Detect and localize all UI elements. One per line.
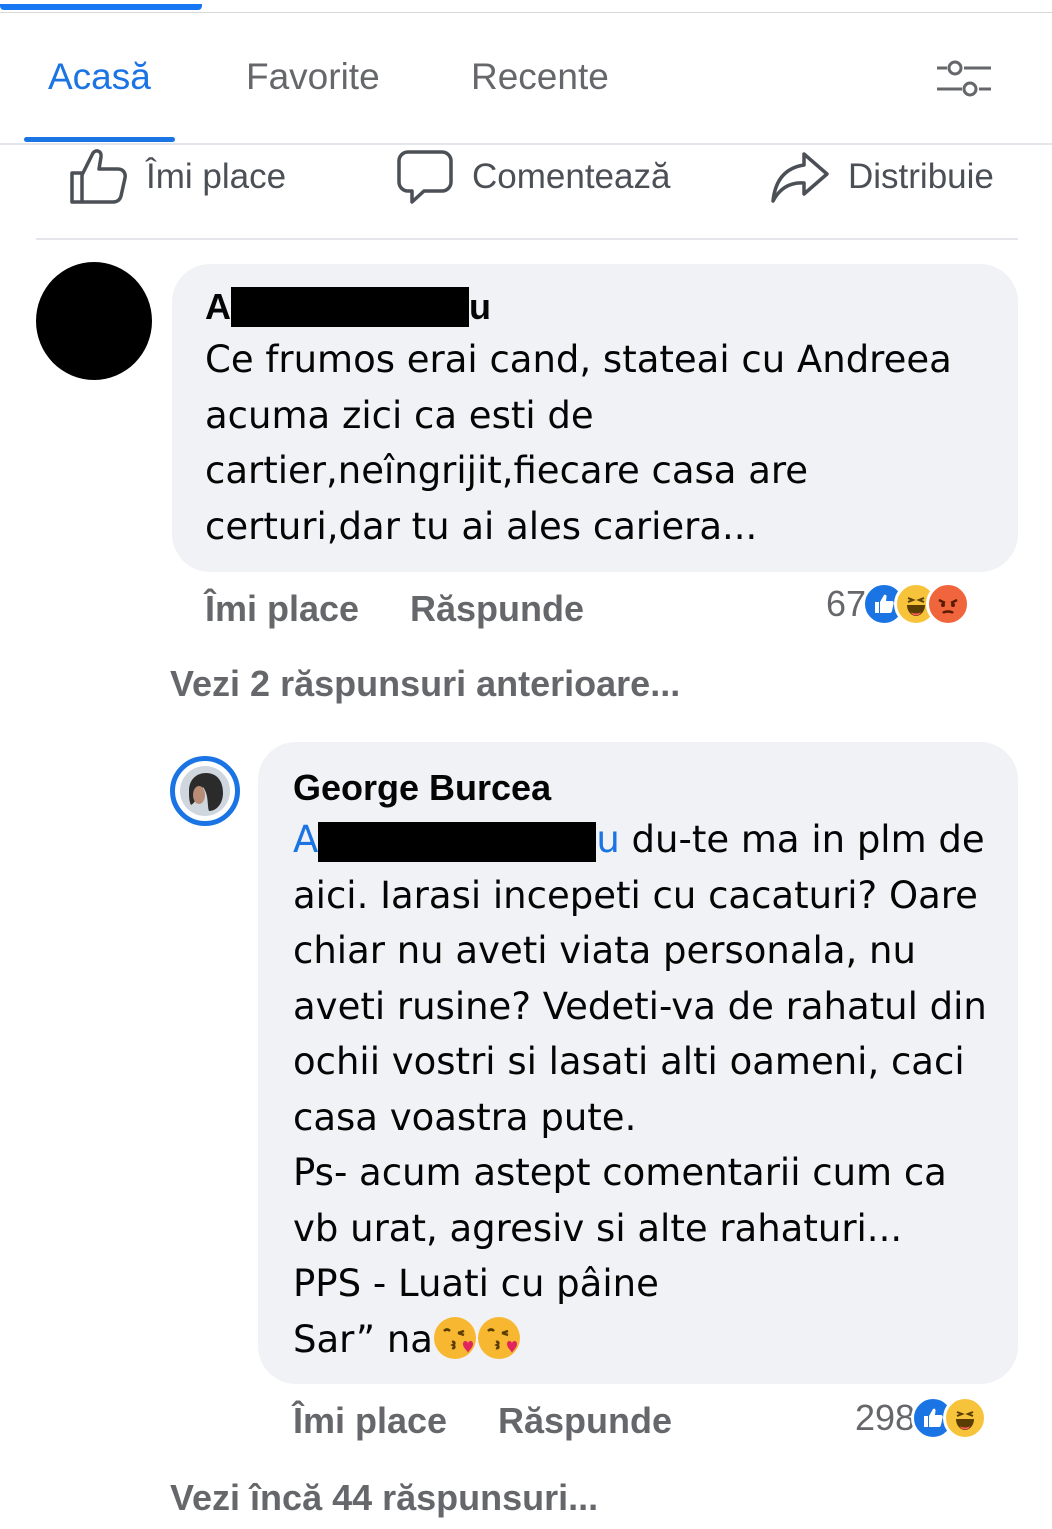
comment-line: certuri,dar tu ai ales cariera... — [205, 504, 758, 548]
comment-text: Ce frumos erai cand, stateai cu Andreea … — [205, 332, 952, 554]
reaction-count: 298 — [855, 1397, 916, 1438]
reply-line: chiar nu aveti viata personala, nu — [293, 929, 916, 972]
avatar[interactable] — [170, 756, 240, 826]
comment-author[interactable]: A u — [205, 286, 491, 328]
comment-line: Ce frumos erai cand, stateai cu Andreea — [205, 338, 952, 381]
avatar[interactable] — [36, 262, 152, 380]
active-tab-underline — [24, 137, 175, 142]
top-scroll-indicator — [0, 4, 202, 10]
mention-start[interactable]: A — [293, 818, 318, 861]
tab-recent[interactable]: Recente — [471, 56, 609, 98]
reply-reply-button[interactable]: Răspunde — [498, 1400, 672, 1442]
comment-bubble-icon — [397, 150, 453, 204]
top-divider — [0, 12, 1052, 13]
reaction-summary[interactable]: 298 — [855, 1396, 988, 1440]
reply-line: Ps- acum astept comentarii cum ca — [293, 1151, 947, 1194]
kissing-heart-emoji-icon — [477, 1316, 520, 1359]
comment-line: cartier,neîngrijit,fiecare casa are — [205, 449, 809, 492]
comment-like-button[interactable]: Îmi place — [205, 588, 359, 630]
reply-last-line-text: Sar” na — [293, 1317, 433, 1361]
profile-photo-icon — [180, 766, 230, 816]
reply-line: vb urat, agresiv si alte rahaturi... — [293, 1206, 903, 1250]
comment-line: acuma zici ca esti de — [205, 393, 594, 437]
kissing-heart-emoji-icon — [433, 1316, 476, 1359]
header-divider — [0, 143, 1052, 145]
tab-home[interactable]: Acasă — [48, 56, 151, 98]
comment-reply-button[interactable]: Răspunde — [410, 588, 584, 630]
view-previous-replies-link[interactable]: Vezi 2 răspunsuri anterioare... — [170, 663, 680, 705]
post-comment-button[interactable]: Comentează — [396, 146, 670, 208]
post-comment-label: Comentează — [472, 157, 671, 196]
reply-line: aveti rusine? Vedeti-va de rahatul din — [293, 984, 987, 1028]
reply-text: Au du-te ma in plm de aici. Iarasi incep… — [293, 812, 987, 1367]
reaction-summary[interactable]: 67 — [826, 582, 971, 626]
thumbs-up-icon — [70, 149, 127, 204]
reply-line: PPS - Luati cu pâine — [293, 1262, 659, 1305]
reply-first-line: Au du-te ma in plm de — [293, 812, 987, 868]
redaction-bar — [318, 821, 597, 862]
author-name-end: u — [469, 286, 491, 327]
reply-first-line-rest: du-te ma in plm de — [619, 818, 985, 861]
tab-favorites[interactable]: Favorite — [246, 56, 380, 98]
mention-end[interactable]: u — [596, 818, 619, 861]
reply-like-button[interactable]: Îmi place — [293, 1400, 447, 1442]
view-more-replies-link[interactable]: Vezi încă 44 răspunsuri... — [170, 1477, 598, 1519]
post-divider — [36, 238, 1018, 240]
share-arrow-icon — [771, 152, 829, 203]
post-share-label: Distribuie — [848, 157, 994, 196]
sliders-icon[interactable] — [934, 58, 994, 100]
redaction-bar — [231, 287, 469, 327]
haha-reaction-icon — [943, 1396, 988, 1440]
angry-reaction-icon — [926, 582, 971, 626]
reply-line: ochii vostri si lasati alti oameni, caci — [293, 1040, 965, 1083]
post-like-label: Îmi place — [146, 157, 287, 196]
post-share-button[interactable]: Distribuie — [770, 146, 994, 208]
reply-line: aici. Iarasi incepeti cu cacaturi? Oare — [293, 873, 978, 917]
reply-author[interactable]: George Burcea — [293, 767, 551, 809]
post-like-button[interactable]: Îmi place — [68, 146, 286, 208]
reply-line: casa voastra pute. — [293, 1095, 637, 1139]
author-name-start: A — [205, 286, 231, 327]
reply-last-line: Sar” na — [293, 1312, 987, 1368]
reaction-count: 67 — [826, 583, 867, 624]
